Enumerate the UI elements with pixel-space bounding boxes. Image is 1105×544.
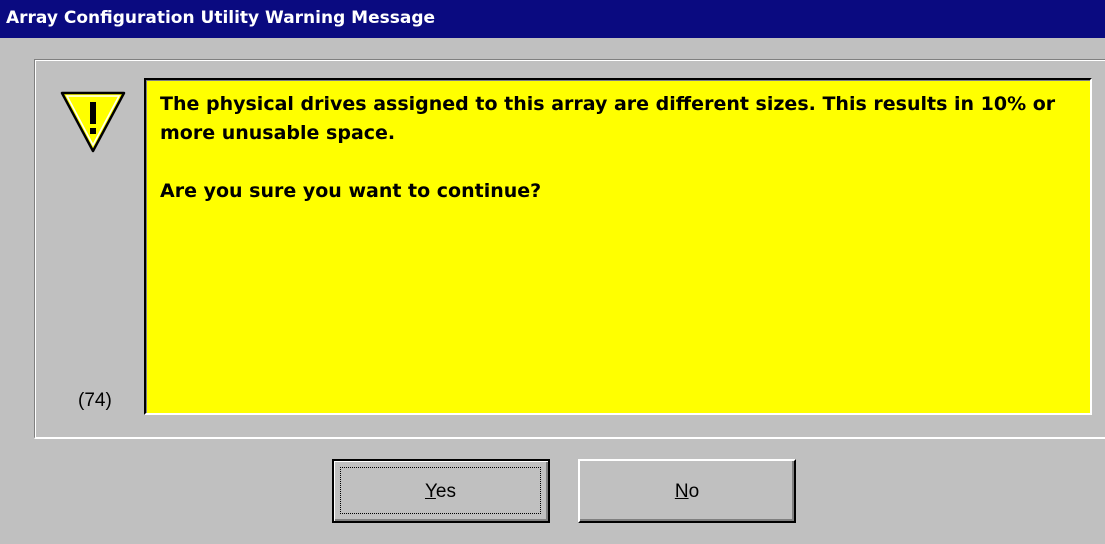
warning-message-line-1: The physical drives assigned to this arr…: [160, 93, 1056, 144]
no-accelerator: N: [674, 481, 689, 502]
title-bar[interactable]: Array Configuration Utility Warning Mess…: [0, 0, 1105, 38]
warning-message-line-2: Are you sure you want to continue?: [160, 180, 542, 202]
focus-rectangle: Yes: [340, 467, 541, 514]
yes-label-rest: es: [435, 481, 456, 502]
no-button-label: No: [675, 481, 699, 502]
warning-message-box: The physical drives assigned to this arr…: [144, 78, 1092, 415]
warning-triangle-icon: [58, 88, 128, 156]
yes-accelerator: Y: [424, 481, 436, 502]
no-button[interactable]: No: [578, 459, 796, 523]
yes-button[interactable]: Yes: [332, 459, 550, 523]
yes-button-label: Yes: [425, 481, 456, 502]
no-label-rest: o: [688, 481, 700, 502]
window-title: Array Configuration Utility Warning Mess…: [6, 8, 436, 28]
message-code-label: (74): [78, 390, 112, 411]
warning-dialog: Array Configuration Utility Warning Mess…: [0, 0, 1105, 544]
warning-message-text: The physical drives assigned to this arr…: [160, 90, 1080, 235]
